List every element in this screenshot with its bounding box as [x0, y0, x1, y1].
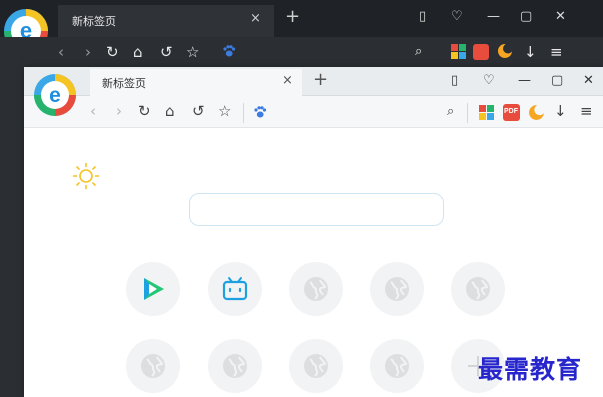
video-play-icon [144, 278, 164, 300]
globe-icon [466, 277, 490, 301]
globe-icon [385, 277, 409, 301]
minimize-icon[interactable]: — [518, 73, 531, 88]
back-pdf-icon[interactable] [473, 44, 489, 60]
active-tab[interactable]: 新标签页 × [90, 69, 302, 96]
weather-sun-icon[interactable] [72, 162, 100, 190]
back-tab-title: 新标签页 [72, 15, 116, 28]
shortcut-tile-empty[interactable] [451, 262, 505, 316]
back-tab-close-icon[interactable]: × [250, 11, 261, 26]
toolbar-divider [467, 103, 468, 123]
new-tab-icon[interactable]: + [313, 71, 328, 89]
shortcut-tile-empty[interactable] [126, 339, 180, 393]
pdf-label: PDF [504, 108, 518, 115]
back-undo-icon[interactable]: ↺ [160, 43, 173, 61]
undo-icon[interactable]: ↺ [192, 102, 205, 120]
back-apps-icon[interactable] [451, 44, 466, 59]
shortcut-tile-video[interactable] [126, 262, 180, 316]
screenshot-canvas: e 新标签页 × + ▯ ♡ — ▢ ✕ ‹ › ↻ ⌂ ↺ ☆ ⌕ ↓ ≡ 新… [0, 0, 603, 397]
svg-text:e: e [49, 84, 61, 107]
back-close-icon[interactable]: ✕ [555, 9, 566, 24]
shortcut-tile-empty[interactable] [370, 339, 424, 393]
apps-icon[interactable] [479, 105, 494, 120]
front-browser-window: 新标签页 × + ▯ ♡ — ▢ ✕ e ‹ › ↻ ⌂ ↺ ☆ ⌕ PDF ↓… [24, 67, 603, 397]
home-icon[interactable]: ⌂ [165, 102, 175, 120]
refresh-icon[interactable]: ↻ [138, 102, 151, 120]
night-mode-moon-icon[interactable] [528, 104, 545, 121]
back-forward-icon[interactable]: › [85, 43, 91, 61]
tab-title: 新标签页 [102, 77, 146, 90]
globe-icon [385, 354, 409, 378]
back-mode-icon[interactable]: ▯ [419, 9, 426, 24]
back-icon[interactable]: ‹ [90, 102, 96, 120]
toolbar-divider [243, 103, 244, 123]
watermark-text: 最需教育 [478, 355, 583, 384]
back-tab[interactable]: 新标签页 × [58, 5, 274, 37]
favorite-star-icon[interactable]: ☆ [218, 102, 231, 120]
pdf-icon[interactable]: PDF [503, 104, 520, 121]
shortcut-tile-empty[interactable] [289, 262, 343, 316]
back-paw-icon[interactable] [222, 44, 236, 58]
close-window-icon[interactable]: ✕ [583, 73, 594, 88]
globe-icon [141, 354, 165, 378]
mode-icon[interactable]: ▯ [451, 73, 458, 88]
browser-logo-icon: e [34, 74, 76, 116]
menu-icon[interactable]: ≡ [580, 102, 593, 120]
download-icon[interactable]: ↓ [554, 102, 567, 120]
bilibili-tv-icon [222, 277, 248, 301]
paw-icon[interactable] [253, 105, 267, 119]
back-back-icon[interactable]: ‹ [58, 43, 64, 61]
tab-bar: 新标签页 × + ▯ ♡ — ▢ ✕ [24, 67, 603, 96]
back-home-icon[interactable]: ⌂ [133, 43, 143, 61]
search-input[interactable] [189, 193, 444, 226]
back-skin-icon[interactable]: ♡ [451, 9, 463, 24]
back-new-tab-icon[interactable]: + [285, 8, 300, 26]
back-minimize-icon[interactable]: — [487, 9, 500, 24]
globe-icon [223, 354, 247, 378]
forward-icon[interactable]: › [116, 102, 122, 120]
back-search-icon[interactable]: ⌕ [415, 44, 422, 59]
globe-icon [304, 354, 328, 378]
back-menu-icon[interactable]: ≡ [550, 43, 563, 61]
shortcut-tile-empty[interactable] [208, 339, 262, 393]
back-moon-icon[interactable] [497, 43, 513, 59]
globe-icon [304, 277, 328, 301]
back-refresh-icon[interactable]: ↻ [106, 43, 119, 61]
tab-close-icon[interactable]: × [282, 73, 293, 88]
shortcut-tile-bilibili[interactable] [208, 262, 262, 316]
back-download-icon[interactable]: ↓ [524, 43, 537, 61]
shortcut-tile-empty[interactable] [289, 339, 343, 393]
search-icon[interactable]: ⌕ [447, 104, 454, 119]
maximize-icon[interactable]: ▢ [551, 73, 563, 88]
back-maximize-icon[interactable]: ▢ [520, 9, 532, 24]
skin-icon[interactable]: ♡ [483, 73, 495, 88]
back-favorite-icon[interactable]: ☆ [186, 43, 199, 61]
shortcut-tile-empty[interactable] [370, 262, 424, 316]
